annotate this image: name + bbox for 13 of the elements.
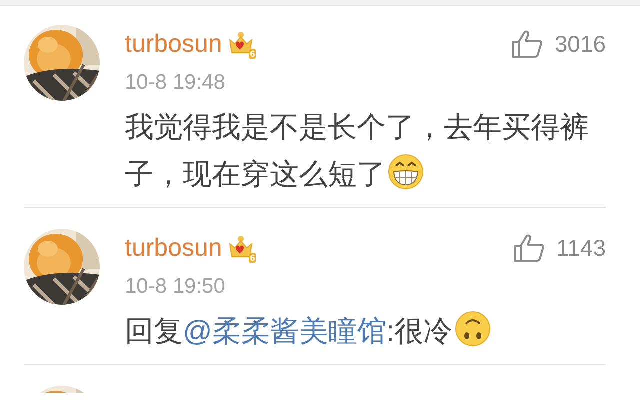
comment-text: 我觉得我是不是长个了，去年买得裤子，现在穿这么短了 bbox=[125, 111, 590, 193]
comment-text: 回复@柔柔酱美瞳馆:很冷 bbox=[125, 309, 610, 356]
thumbs-up-icon bbox=[512, 233, 545, 263]
timestamp: 10-8 19:50 bbox=[125, 274, 226, 300]
upside-down-face-icon bbox=[454, 311, 491, 347]
grinning-face-icon bbox=[388, 154, 424, 190]
like-button[interactable]: 3016 bbox=[510, 29, 606, 59]
timestamp: 10-8 19:48 bbox=[125, 70, 226, 96]
thumbs-up-icon bbox=[510, 29, 543, 59]
mention-link[interactable]: @柔柔酱美瞳馆 bbox=[183, 316, 386, 348]
username[interactable]: turbosun bbox=[125, 234, 222, 262]
username[interactable]: turbosun bbox=[125, 30, 222, 58]
like-button[interactable]: 1143 bbox=[512, 233, 606, 263]
